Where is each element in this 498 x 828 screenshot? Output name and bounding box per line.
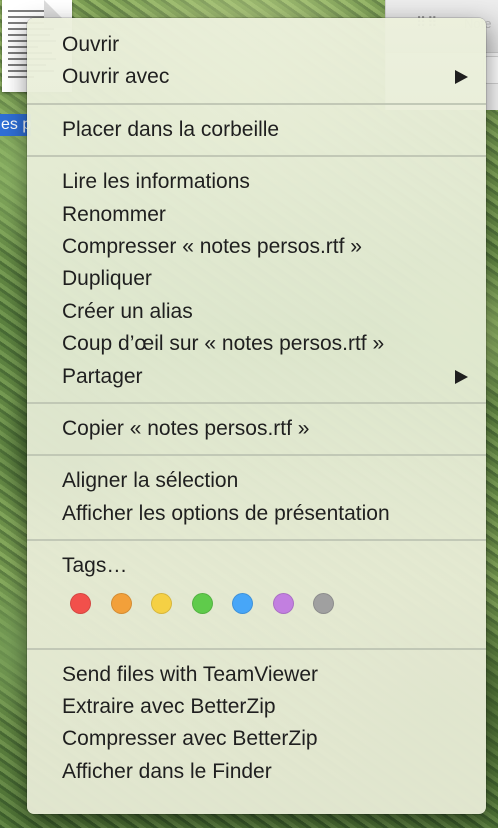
menu-item-label: Tags…	[62, 554, 128, 578]
desktop-background: ⠿⠿ Note es p OuvrirOuvrir avecPlacer dan…	[0, 0, 498, 828]
menu-item-label: Compresser avec BetterZip	[62, 727, 318, 751]
tag-orange-icon[interactable]	[110, 592, 132, 614]
menu-item-send-files-with-teamviewer[interactable]: Send files with TeamViewer	[27, 659, 486, 691]
menu-item-partager[interactable]: Partager	[27, 361, 486, 393]
menu-item-label: Placer dans la corbeille	[62, 117, 280, 141]
menu-item-label: Copier « notes persos.rtf »	[62, 417, 310, 440]
menu-separator	[27, 454, 486, 457]
menu-item-extraire-avec-betterzip[interactable]: Extraire avec BetterZip	[27, 691, 486, 723]
menu-item-tags[interactable]: Tags…	[27, 550, 486, 582]
menu-item-placer-dans-la-corbeille[interactable]: Placer dans la corbeille	[27, 114, 486, 146]
tag-purple-icon[interactable]	[272, 592, 294, 614]
menu-item-label: Coup d’œil sur « notes persos.rtf »	[62, 332, 385, 356]
menu-item-afficher-dans-le-finder[interactable]: Afficher dans le Finder	[27, 756, 486, 788]
menu-item-creer-un-alias[interactable]: Créer un alias	[27, 296, 486, 328]
tag-green-icon[interactable]	[191, 592, 213, 614]
menu-item-label: Afficher dans le Finder	[62, 759, 272, 783]
menu-item-ouvrir-avec[interactable]: Ouvrir avec	[27, 61, 486, 93]
menu-item-label: Aligner la sélection	[62, 469, 239, 493]
menu-item-coup-d-il-sur-notes-persos-rtf[interactable]: Coup d’œil sur « notes persos.rtf »	[27, 328, 486, 360]
menu-item-label: Extraire avec BetterZip	[62, 695, 276, 718]
menu-item-label: Dupliquer	[62, 267, 152, 291]
tag-blue-icon[interactable]	[232, 592, 253, 614]
menu-item-copier-notes-persos-rtf[interactable]: Copier « notes persos.rtf »	[27, 413, 486, 445]
menu-separator	[27, 102, 486, 105]
menu-item-compresser-notes-persos-rtf[interactable]: Compresser « notes persos.rtf »	[27, 231, 486, 263]
tag-yellow-icon[interactable]	[151, 592, 172, 614]
menu-item-label: Partager	[62, 364, 143, 388]
menu-item-label: Send files with TeamViewer	[62, 662, 319, 686]
menu-separator	[27, 539, 486, 542]
menu-item-aligner-la-selection[interactable]: Aligner la sélection	[27, 465, 486, 497]
menu-item-compresser-avec-betterzip[interactable]: Compresser avec BetterZip	[27, 723, 486, 755]
menu-separator	[27, 402, 486, 404]
menu-item-label: Compresser « notes persos.rtf »	[62, 235, 362, 258]
menu-item-dupliquer[interactable]: Dupliquer	[27, 263, 486, 295]
tag-gray-icon[interactable]	[313, 592, 334, 614]
context-menu: Ouvrir Ouvrir avec Placer dans la corbeill…	[27, 18, 486, 814]
menu-item-afficher-les-options-de-presentation[interactable]: Afficher les options de présentation	[27, 498, 486, 530]
menu-item-lire-les-informations[interactable]: Lire les informations	[27, 166, 486, 198]
menu-separator	[27, 155, 486, 158]
menu-item-label: Créer un alias	[62, 299, 193, 323]
menu-item-ouvrir[interactable]: Ouvrir	[27, 29, 486, 61]
menu-separator	[27, 647, 486, 650]
menu-item-label: Ouvrir avec	[62, 65, 170, 89]
submenu-arrow-icon	[455, 70, 468, 85]
menu-item-label: Lire les informations	[62, 170, 250, 194]
menu-item-label: Ouvrir	[62, 33, 120, 56]
tag-red-icon[interactable]	[70, 592, 91, 614]
submenu-arrow-icon	[455, 369, 468, 384]
menu-item-label: Afficher les options de présentation	[62, 501, 390, 525]
menu-item-renommer[interactable]: Renommer	[27, 199, 486, 231]
menu-item-label: Renommer	[62, 202, 166, 226]
